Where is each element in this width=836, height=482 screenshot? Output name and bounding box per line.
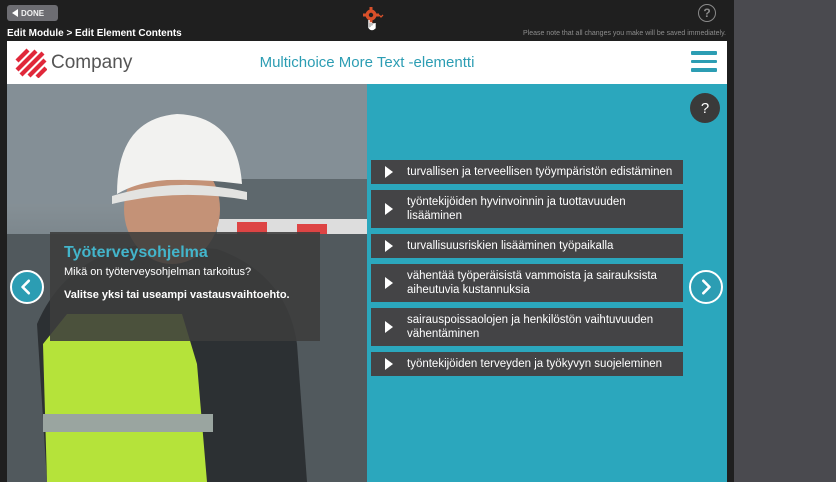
answer-option-label: vähentää työperäisistä vammoista ja sair… <box>407 270 657 296</box>
help-button[interactable]: ? <box>690 93 720 123</box>
chevron-right-icon[interactable] <box>689 270 723 304</box>
answer-option[interactable]: turvallisuusriskien lisääminen työpaikal… <box>371 234 683 258</box>
breadcrumb: Edit Module > Edit Element Contents <box>7 28 182 39</box>
play-triangle-icon <box>385 321 393 333</box>
question-title: Työterveysohjelma <box>64 244 208 261</box>
play-triangle-icon <box>385 203 393 215</box>
question-instruction: Valitse yksi tai useampi vastausvaihtoeh… <box>64 289 290 301</box>
done-button[interactable]: DONE <box>7 5 58 21</box>
answer-option[interactable]: vähentää työperäisistä vammoista ja sair… <box>371 264 683 302</box>
play-triangle-icon <box>385 166 393 178</box>
side-panel <box>734 0 836 482</box>
question-text: Mikä on työterveysohjelman tarkoitus? <box>64 266 252 278</box>
answer-option[interactable]: sairauspoissaolojen ja henkilöstön vaiht… <box>371 308 683 346</box>
hamburger-menu-icon[interactable] <box>691 51 717 73</box>
element-title: Multichoice More Text -elementti <box>259 54 475 71</box>
chevron-left-icon[interactable] <box>10 270 44 304</box>
answer-option-label: työntekijöiden hyvinvoinnin ja tuottavuu… <box>407 196 626 222</box>
answer-options: turvallisen ja terveellisen työympäristö… <box>371 160 683 382</box>
preview-stage: Company Multichoice More Text -elementti <box>7 41 727 482</box>
help-icon[interactable]: ? <box>698 4 716 22</box>
answer-option[interactable]: työntekijöiden hyvinvoinnin ja tuottavuu… <box>371 190 683 228</box>
play-triangle-icon <box>385 240 393 252</box>
question-box: Työterveysohjelma Mikä on työterveysohje… <box>50 232 320 341</box>
answer-option-label: työntekijöiden terveyden ja työkyvyn suo… <box>407 358 663 370</box>
play-triangle-icon <box>385 277 393 289</box>
save-note: Please note that all changes you make wi… <box>523 30 726 37</box>
back-arrow-icon <box>12 9 18 17</box>
answer-option-label: turvallisen ja terveellisen työympäristö… <box>407 166 673 178</box>
answer-option[interactable]: turvallisen ja terveellisen työympäristö… <box>371 160 683 184</box>
editor-window: DONE ? Edit Module > Edit Element Conten… <box>0 0 734 482</box>
done-label: DONE <box>21 8 45 18</box>
course-header: Company Multichoice More Text -elementti <box>7 41 727 84</box>
answer-option-label: sairauspoissaolojen ja henkilöstön vaiht… <box>407 314 654 340</box>
gear-icon[interactable] <box>362 6 386 32</box>
answer-option[interactable]: työntekijöiden terveyden ja työkyvyn suo… <box>371 352 683 376</box>
play-triangle-icon <box>385 358 393 370</box>
answer-option-label: turvallisuusriskien lisääminen työpaikal… <box>407 240 614 252</box>
